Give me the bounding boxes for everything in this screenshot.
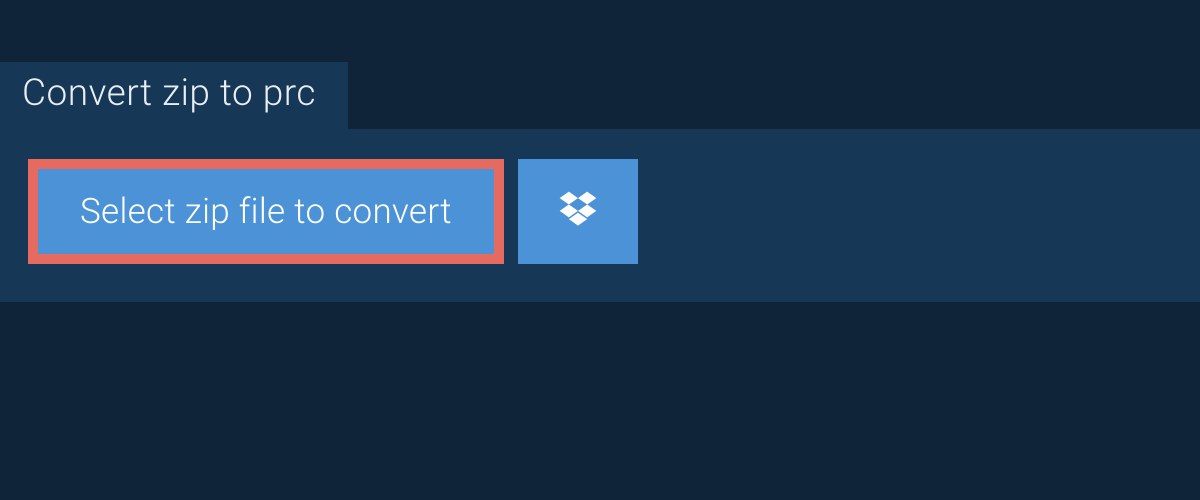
select-file-label: Select zip file to convert: [80, 191, 452, 232]
upload-panel: Select zip file to convert: [0, 129, 1200, 302]
select-file-button[interactable]: Select zip file to convert: [28, 159, 504, 264]
button-row: Select zip file to convert: [28, 159, 1200, 264]
tab-label: Convert zip to prc: [22, 72, 316, 115]
tab-bar: Convert zip to prc: [0, 0, 1200, 129]
dropbox-icon: [556, 188, 600, 235]
dropbox-button[interactable]: [518, 159, 638, 264]
tab-convert[interactable]: Convert zip to prc: [0, 62, 348, 129]
